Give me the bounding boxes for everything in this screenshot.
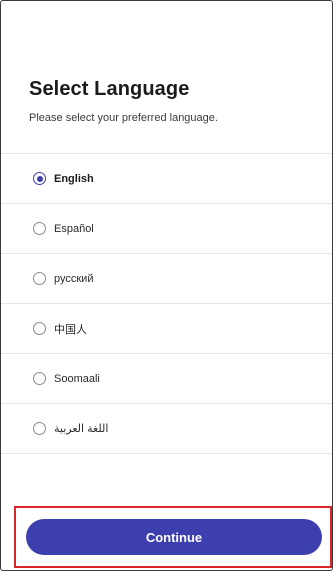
radio-button-selected-icon[interactable] (33, 172, 46, 185)
radio-button-icon[interactable] (33, 222, 46, 235)
header: Select Language Please select your prefe… (29, 77, 319, 125)
radio-button-icon[interactable] (33, 422, 46, 435)
continue-button[interactable]: Continue (26, 519, 322, 555)
language-option-label: русский (54, 272, 94, 285)
language-select-screen: Select Language Please select your prefe… (0, 0, 333, 571)
language-option-label: اللغة العربية (54, 423, 109, 435)
radio-button-icon[interactable] (33, 322, 46, 335)
language-option-label: 中国人 (54, 323, 87, 336)
language-option-label: English (54, 172, 94, 185)
language-option-spanish[interactable]: Español (1, 204, 332, 254)
language-option-label: Español (54, 222, 94, 235)
page-subtitle: Please select your preferred language. (29, 112, 218, 124)
radio-button-icon[interactable] (33, 272, 46, 285)
continue-highlight-box: Continue (14, 506, 332, 568)
language-option-somali[interactable]: Soomaali (1, 354, 332, 404)
language-options-list: English Español русский 中国人 Soomaali الل… (1, 153, 332, 454)
language-option-english[interactable]: English (1, 154, 332, 204)
language-option-chinese[interactable]: 中国人 (1, 304, 332, 354)
language-option-russian[interactable]: русский (1, 254, 332, 304)
page-title: Select Language (29, 78, 190, 100)
radio-button-icon[interactable] (33, 372, 46, 385)
language-option-arabic[interactable]: اللغة العربية (1, 404, 332, 454)
language-option-label: Soomaali (54, 372, 100, 385)
